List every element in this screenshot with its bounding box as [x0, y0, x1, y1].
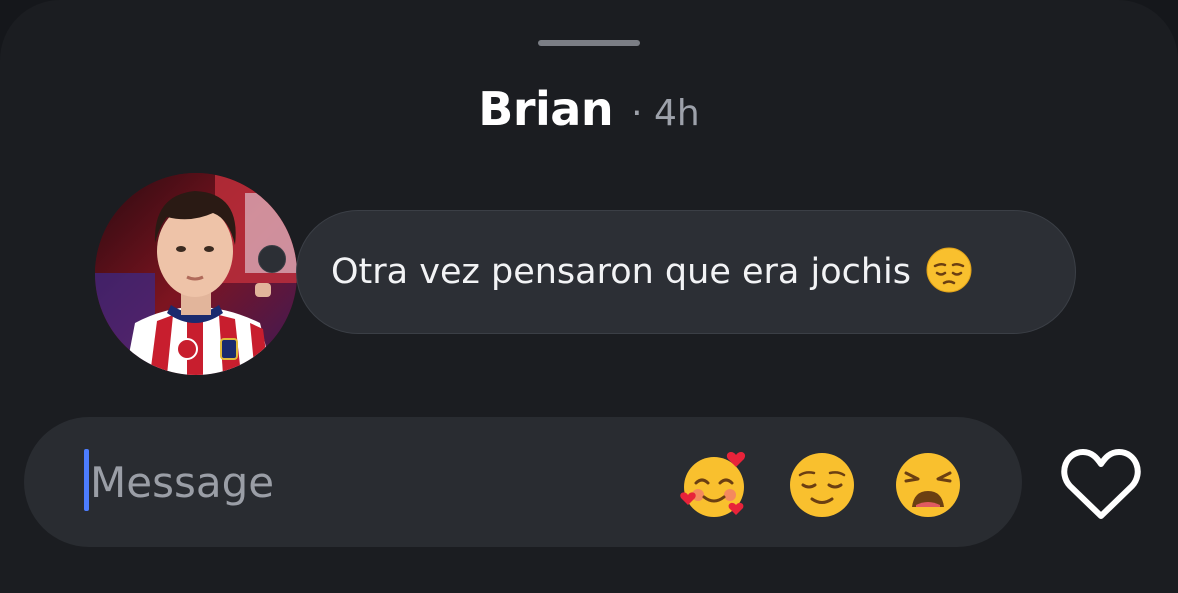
reply-sheet: Brian · 4h Otra vez pensaron que era joc… [0, 0, 1178, 593]
message-bubble[interactable]: Otra vez pensaron que era jochis [296, 210, 1076, 334]
sender-name[interactable]: Brian [478, 82, 613, 136]
sheet-grabber-handle[interactable] [538, 40, 640, 46]
message-header: Brian · 4h [0, 82, 1178, 142]
avatar-photo [95, 173, 297, 375]
heart-outline-icon[interactable] [1060, 444, 1142, 524]
message-timestamp: · 4h [631, 93, 700, 134]
relieved-face-icon[interactable] [786, 449, 858, 521]
message-input[interactable] [90, 452, 650, 512]
smiling-face-with-hearts-icon[interactable] [678, 449, 750, 521]
sender-avatar[interactable] [95, 173, 297, 375]
pensive-face-icon [925, 246, 973, 298]
message-text: Otra vez pensaron que era jochis [331, 252, 912, 292]
text-cursor [84, 449, 89, 511]
weary-face-icon[interactable] [892, 449, 964, 521]
bubble-tail-dot [258, 245, 286, 273]
